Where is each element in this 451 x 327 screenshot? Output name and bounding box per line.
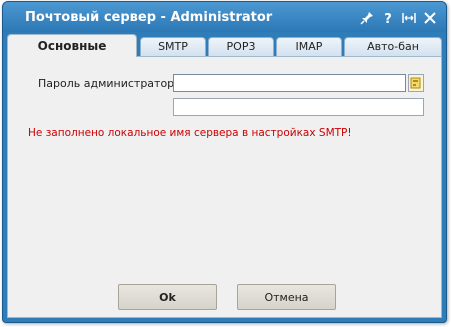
cancel-button[interactable]: Отмена	[237, 284, 336, 310]
pin-icon[interactable]	[359, 10, 375, 26]
error-message: Не заполнено локальное имя сервера в нас…	[28, 127, 352, 139]
password-confirm-field[interactable]	[173, 98, 424, 116]
close-icon[interactable]	[422, 10, 438, 26]
svg-text:?: ?	[384, 12, 392, 26]
tab-autoban[interactable]: Авто-бан	[344, 37, 442, 56]
help-icon[interactable]: ?	[380, 10, 396, 26]
tab-content-general: Пароль администратора Не заполнено локал…	[7, 56, 442, 318]
tab-smtp[interactable]: SMTP	[140, 37, 206, 56]
dialog-window: Почтовый сервер - Administrator ? Основн…	[2, 1, 447, 323]
generate-password-button[interactable]	[408, 74, 424, 92]
tab-imap[interactable]: IMAP	[276, 37, 342, 56]
tab-bar: Основные SMTP POP3 IMAP Авто-бан	[7, 34, 442, 57]
ok-button[interactable]: Ok	[118, 284, 217, 310]
window-title: Почтовый сервер - Administrator	[25, 10, 273, 25]
title-controls: ?	[359, 10, 438, 26]
title-bar[interactable]: Почтовый сервер - Administrator ?	[3, 2, 446, 32]
password-label: Пароль администратора	[38, 77, 181, 90]
restore-icon[interactable]	[401, 10, 417, 26]
password-field[interactable]	[173, 74, 406, 92]
key-generate-icon	[410, 77, 421, 89]
tab-pop3[interactable]: POP3	[208, 37, 274, 56]
tab-general[interactable]: Основные	[7, 34, 137, 57]
